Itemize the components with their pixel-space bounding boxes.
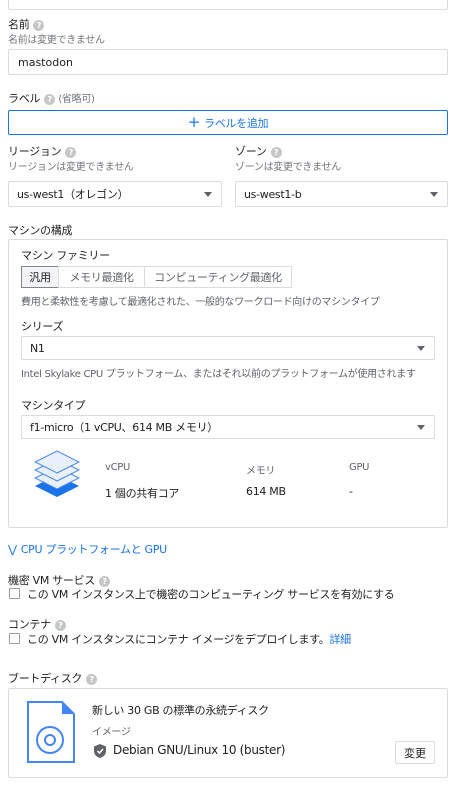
zone-label-row: ゾーン? <box>235 143 282 159</box>
container-checkbox-label[interactable]: この VM インスタンスにコンテナ イメージをデプロイします。 <box>27 633 330 646</box>
help-icon[interactable]: ? <box>99 575 111 587</box>
shield-icon <box>94 744 106 758</box>
machine-type-value: f1-micro（1 vCPU、614 MB メモリ） <box>30 421 218 434</box>
machine-type-label: マシンタイプ <box>21 399 86 412</box>
previous-field <box>8 0 448 10</box>
tab-general-purpose[interactable]: 汎用 <box>21 266 59 288</box>
chevron-down-icon: ⋁ <box>8 543 17 556</box>
machine-type-select[interactable]: f1-micro（1 vCPU、614 MB メモリ） <box>21 415 435 439</box>
dropdown-arrow-icon <box>204 192 212 197</box>
region-label: リージョン <box>8 145 62 158</box>
tab-compute-optimized[interactable]: コンピューティング最適化 <box>144 266 292 288</box>
boot-disk-image-value: Debian GNU/Linux 10 (buster) <box>113 743 286 757</box>
confidential-checkbox[interactable] <box>9 588 20 599</box>
zone-label: ゾーン <box>235 145 267 158</box>
spec-header-gpu: GPU <box>349 462 370 473</box>
tab-label: コンピューティング最適化 <box>154 271 282 284</box>
series-desc: Intel Skylake CPU プラットフォーム、またはそれ以前のプラットフ… <box>21 369 416 380</box>
help-icon[interactable]: ? <box>270 146 282 158</box>
boot-disk-label-row: ブートディスク? <box>8 670 98 686</box>
confidential-checkbox-label[interactable]: この VM インスタンス上で機密のコンピューティング サービスを有効にする <box>27 586 395 602</box>
name-value: mastodon <box>18 56 73 69</box>
name-input: mastodon <box>8 49 448 75</box>
zone-sub: ゾーンは変更できません <box>235 162 341 173</box>
zone-select[interactable]: us-west1-b <box>235 181 448 207</box>
help-icon[interactable]: ? <box>86 673 98 685</box>
plus-icon: + <box>187 113 201 131</box>
add-label-button[interactable]: + ラベルを追加 <box>8 110 448 135</box>
spec-value-gpu: - <box>349 485 353 498</box>
cpu-platform-expander[interactable]: ⋁ CPU プラットフォームと GPU <box>8 541 167 557</box>
boot-disk-label: ブートディスク <box>8 672 83 685</box>
name-sub: 名前は変更できません <box>8 35 105 46</box>
machine-family-tabs: 汎用 メモリ最適化 コンピューティング最適化 <box>21 266 301 288</box>
labels-label: ラベル <box>8 92 41 105</box>
container-checkbox-row: この VM インスタンスにコンテナ イメージをデプロイします。詳細 <box>27 631 351 647</box>
change-button-label: 変更 <box>404 746 426 760</box>
name-label: 名前 <box>8 18 30 31</box>
zone-value: us-west1-b <box>244 187 302 201</box>
machine-config-panel: マシン ファミリー 汎用 メモリ最適化 コンピューティング最適化 費用と柔軟性を… <box>8 239 448 528</box>
machine-layers-icon <box>34 450 80 497</box>
container-details-link[interactable]: 詳細 <box>329 633 351 646</box>
dropdown-arrow-icon <box>417 425 425 430</box>
boot-disk-panel: 新しい 30 GB の標準の永続ディスク イメージ Debian GNU/Lin… <box>8 688 448 778</box>
help-icon[interactable]: ? <box>44 93 56 105</box>
help-icon[interactable]: ? <box>33 19 45 31</box>
disk-icon <box>27 701 75 763</box>
change-button[interactable]: 変更 <box>395 741 435 764</box>
help-icon[interactable]: ? <box>54 619 66 631</box>
region-label-row: リージョン? <box>8 143 77 159</box>
container-checkbox[interactable] <box>9 633 20 644</box>
region-select[interactable]: us-west1（オレゴン） <box>8 181 222 207</box>
spec-value-vcpu: 1 個の共有コア <box>105 487 180 500</box>
region-value: us-west1（オレゴン） <box>17 188 129 201</box>
boot-disk-title: 新しい 30 GB の標準の永続ディスク <box>92 704 269 717</box>
boot-disk-image-label: イメージ <box>92 727 131 738</box>
container-label-row: コンテナ? <box>8 616 66 632</box>
series-label: シリーズ <box>21 320 64 333</box>
container-label: コンテナ <box>8 618 51 631</box>
machine-family-desc: 費用と柔軟性を考慮して最適化された、一般的なワークロード向けのマシンタイプ <box>21 297 380 308</box>
spec-value-memory: 614 MB <box>246 485 286 498</box>
cpu-platform-link: CPU プラットフォームと GPU <box>20 543 167 556</box>
machine-config-title: マシンの構成 <box>8 224 73 237</box>
tab-memory-optimized[interactable]: メモリ最適化 <box>58 266 145 288</box>
series-value: N1 <box>30 341 45 355</box>
name-label-row: 名前? <box>8 16 45 32</box>
spec-header-vcpu: vCPU <box>105 462 131 473</box>
add-label-text: ラベルを追加 <box>204 116 269 130</box>
dropdown-arrow-icon <box>417 346 425 351</box>
labels-optional: (省略可) <box>58 94 95 105</box>
machine-family-label: マシン ファミリー <box>21 249 110 262</box>
region-sub: リージョンは変更できません <box>8 162 134 173</box>
tab-label: 汎用 <box>29 271 51 284</box>
dropdown-arrow-icon <box>430 192 438 197</box>
spec-header-memory: メモリ <box>246 466 276 477</box>
help-icon[interactable]: ? <box>65 146 77 158</box>
tab-label: メモリ最適化 <box>69 271 134 284</box>
series-select[interactable]: N1 <box>21 336 435 360</box>
labels-label-row: ラベル? (省略可) <box>8 90 95 106</box>
